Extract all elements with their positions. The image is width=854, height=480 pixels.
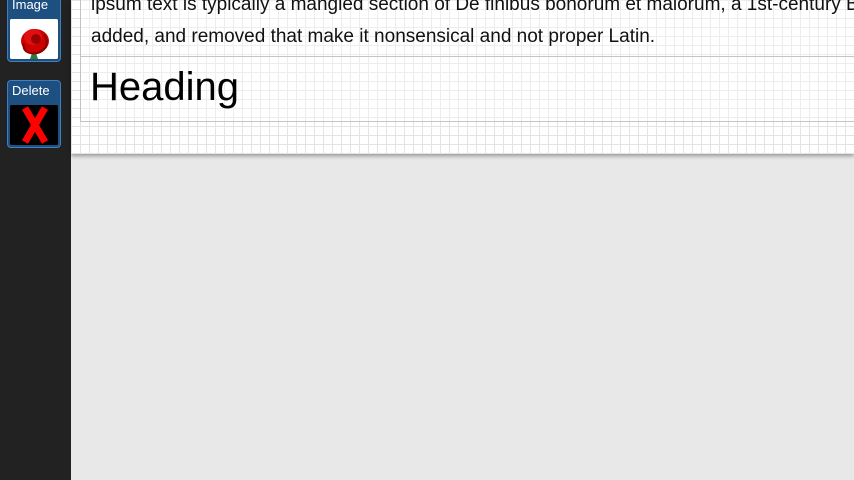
- image-tool-label: Image: [12, 0, 49, 12]
- delete-tool-label: Delete: [12, 83, 50, 98]
- sidebar-toolbar: Image Delete: [0, 0, 71, 480]
- paragraph-line-2: added, and removed that make it nonsensi…: [91, 26, 656, 47]
- paragraph-line-1: ipsum text is typically a mangled sectio…: [91, 0, 854, 15]
- heading-text: Heading: [90, 65, 240, 109]
- text-block[interactable]: ipsum text is typically a mangled sectio…: [80, 0, 854, 57]
- document-canvas: ipsum text is typically a mangled sectio…: [71, 0, 854, 154]
- paragraph-text: ipsum text is typically a mangled sectio…: [91, 0, 854, 53]
- rose-image-icon: [10, 19, 58, 59]
- image-tool-button[interactable]: Image: [7, 0, 61, 62]
- heading-block[interactable]: Heading: [80, 56, 854, 122]
- delete-tool-button[interactable]: Delete: [7, 80, 61, 148]
- delete-x-icon: [10, 105, 58, 145]
